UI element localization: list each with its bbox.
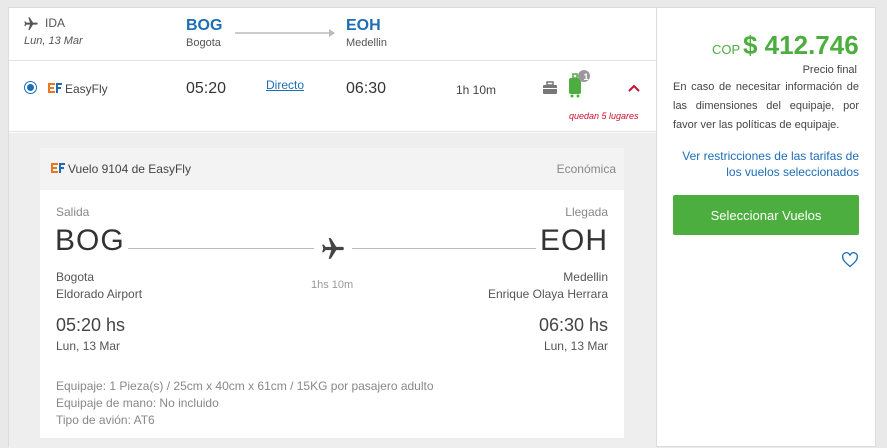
origin-airport: Eldorado Airport	[56, 287, 143, 301]
price-final-label: Precio final	[802, 64, 857, 76]
flight-detail-panel: Vuelo 9104 de EasyFly Económica Salida L…	[40, 148, 624, 438]
baggage-info: Equipaje: 1 Pieza(s) / 25cm x 40cm x 61c…	[56, 379, 434, 393]
airplane-icon	[322, 238, 344, 259]
destination-city: Medellin	[563, 270, 608, 284]
destination-airport: Enrique Olaya Herrara	[487, 287, 608, 301]
destination-code-large: EOH	[539, 224, 608, 257]
cabin-class: Económica	[556, 162, 616, 176]
detail-layer: Vuelo 9104 de EasyFly Económica Salida L…	[8, 7, 656, 447]
flight-title: Vuelo 9104 de EasyFly	[68, 162, 191, 176]
arrival-time-large: 06:30 hs	[538, 315, 608, 335]
origin-code-large: BOG	[55, 224, 125, 257]
detail-header: Vuelo 9104 de EasyFly Económica	[40, 148, 624, 190]
departure-date: Lun, 13 Mar	[56, 339, 121, 353]
easyfly-logo-icon	[51, 163, 65, 173]
departure-label: Salida	[56, 205, 90, 219]
arrival-date: Lun, 13 Mar	[543, 339, 608, 353]
origin-city: Bogota	[56, 270, 95, 284]
hand-baggage-info: Equipaje de mano: No incluido	[56, 396, 219, 410]
arrival-label: Llegada	[565, 205, 608, 219]
route-line-left	[128, 248, 314, 249]
departure-time-large: 05:20 hs	[56, 315, 126, 335]
fare-restrictions-link[interactable]: Ver restricciones de las tarifas de los …	[669, 148, 859, 180]
select-flights-button[interactable]: Seleccionar Vuelos	[673, 195, 859, 235]
detail-duration: 1hs 10m	[311, 279, 354, 291]
aircraft-type: Tipo de avión: AT6	[56, 413, 155, 427]
price-amount: $ 412.746	[743, 30, 859, 60]
currency-label: COP	[712, 42, 741, 57]
baggage-policy-note: En caso de necesitar información de las …	[673, 81, 859, 131]
price-panel: COP $ 412.746 Precio final En caso de ne…	[656, 7, 876, 447]
route-line-right	[352, 248, 536, 249]
heart-icon[interactable]	[841, 252, 859, 268]
